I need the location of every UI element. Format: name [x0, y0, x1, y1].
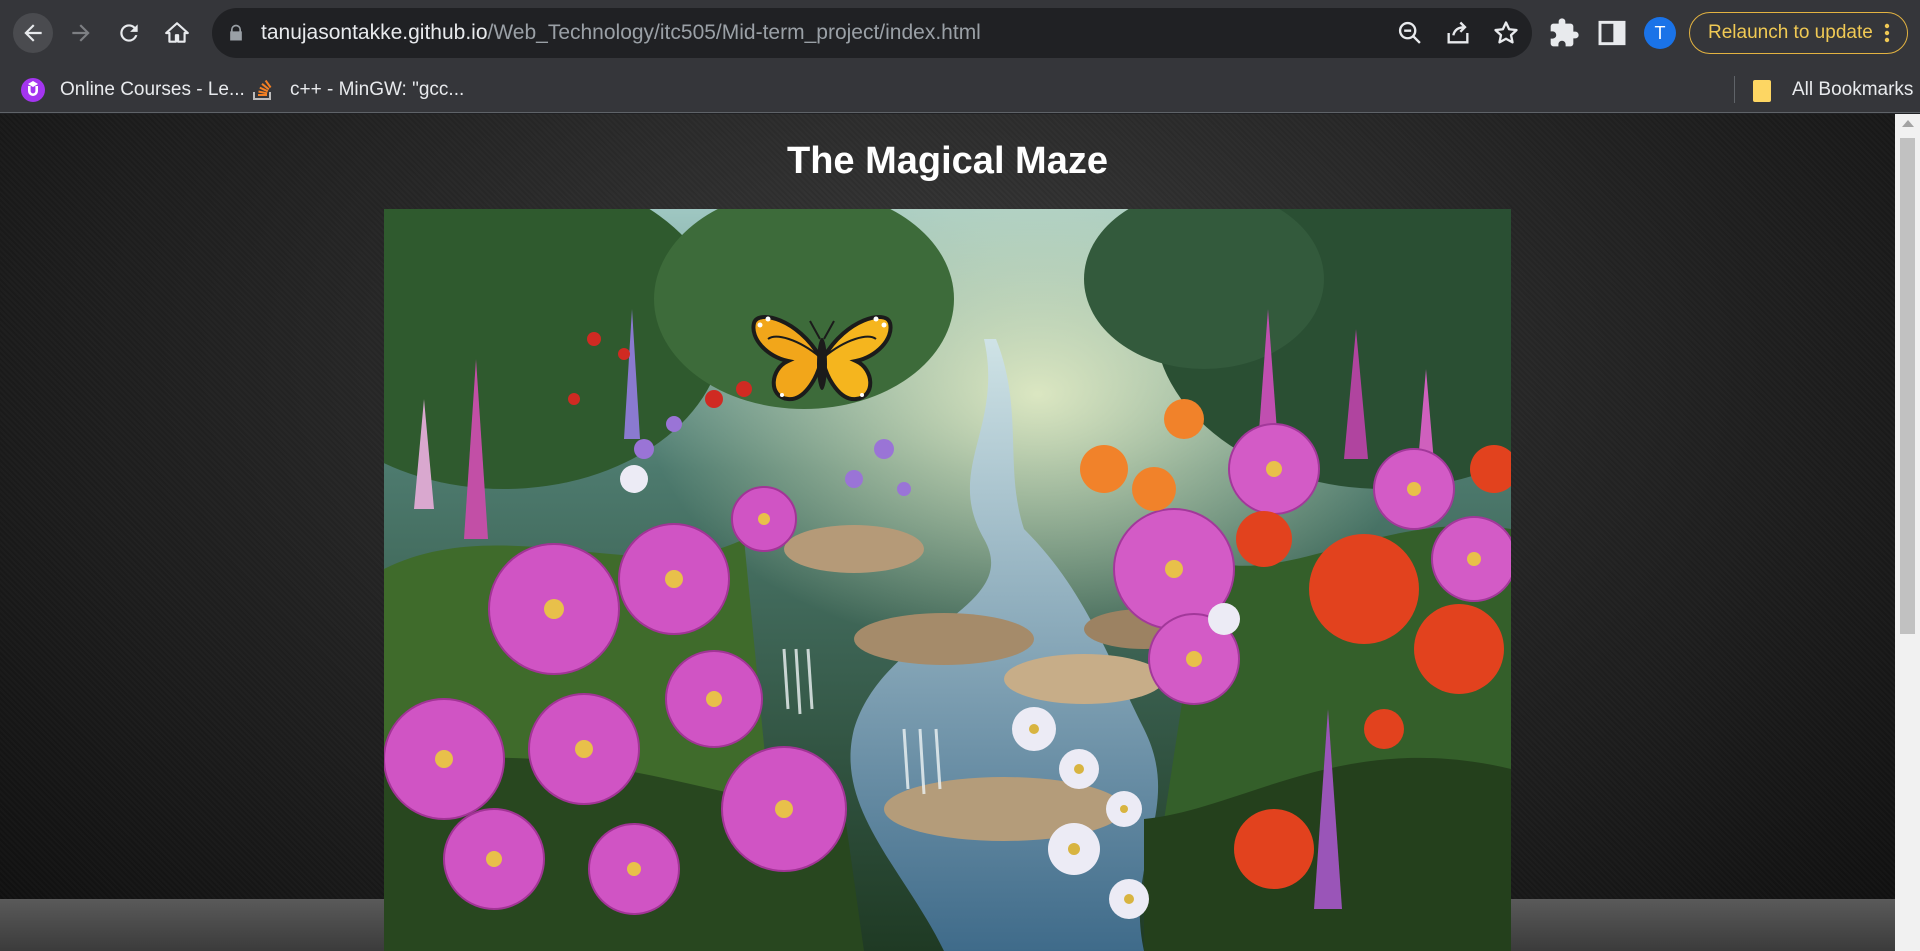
folder-icon — [1753, 79, 1771, 102]
garden-scene-icon — [384, 209, 1511, 951]
scrollbar-thumb[interactable] — [1900, 138, 1915, 634]
url-text[interactable]: tanujasontakke.github.io/Web_Technology/… — [261, 8, 981, 58]
bookmarks-bar: Online Courses - Le... c++ - MinGW: "gcc… — [0, 66, 1920, 113]
page-viewport: The Magical Maze — [0, 114, 1895, 951]
garden-illustration — [384, 209, 1511, 951]
bookmark-item-1[interactable]: c++ - MinGW: "gcc... — [250, 66, 464, 113]
share-button[interactable] — [1444, 19, 1472, 47]
bookmark-label-0: Online Courses - Le... — [60, 78, 245, 100]
forward-button[interactable] — [61, 13, 101, 53]
more-vert-icon[interactable] — [1877, 21, 1897, 45]
arrow-right-icon — [72, 24, 90, 42]
side-panel-icon — [1598, 20, 1626, 46]
page-title: The Magical Maze — [787, 140, 1108, 182]
relaunch-label: Relaunch to update — [1708, 22, 1873, 43]
lock-icon[interactable] — [226, 23, 246, 43]
page-scrollbar[interactable] — [1895, 114, 1920, 951]
stackoverflow-icon — [253, 79, 272, 100]
url-host: tanujasontakke.github.io — [261, 21, 488, 44]
back-button[interactable] — [13, 13, 53, 53]
butterfly-icon[interactable] — [748, 309, 896, 409]
puzzle-icon — [1550, 18, 1579, 47]
home-icon — [165, 22, 189, 43]
reload-button[interactable] — [109, 13, 149, 53]
browser-toolbar: tanujasontakke.github.io/Web_Technology/… — [0, 0, 1920, 66]
arrow-left-icon — [24, 24, 42, 42]
zoom-button[interactable] — [1396, 19, 1424, 47]
bookmark-star-button[interactable] — [1492, 19, 1520, 47]
profile-avatar[interactable]: T — [1644, 17, 1676, 49]
address-bar[interactable]: tanujasontakke.github.io/Web_Technology/… — [212, 8, 1532, 58]
scroll-up-arrow-icon[interactable] — [1902, 120, 1914, 127]
extensions-button[interactable] — [1548, 17, 1580, 49]
bookmark-label-1: c++ - MinGW: "gcc... — [290, 78, 465, 100]
relaunch-button[interactable]: Relaunch to update — [1689, 12, 1908, 54]
bookmark-item-0[interactable]: Online Courses - Le... — [20, 66, 245, 113]
zoom-out-icon — [1398, 21, 1421, 44]
udemy-icon — [21, 77, 45, 102]
bookmarks-divider — [1734, 76, 1735, 103]
all-bookmarks-label: All Bookmarks — [1792, 78, 1914, 100]
all-bookmarks-button[interactable]: All Bookmarks — [1750, 66, 1913, 113]
url-path: /Web_Technology/itc505/Mid-term_project/… — [487, 21, 981, 44]
star-icon — [1494, 21, 1518, 44]
reload-icon — [120, 24, 138, 42]
home-button[interactable] — [157, 13, 197, 53]
side-panel-button[interactable] — [1596, 17, 1628, 49]
share-icon — [1447, 21, 1469, 44]
